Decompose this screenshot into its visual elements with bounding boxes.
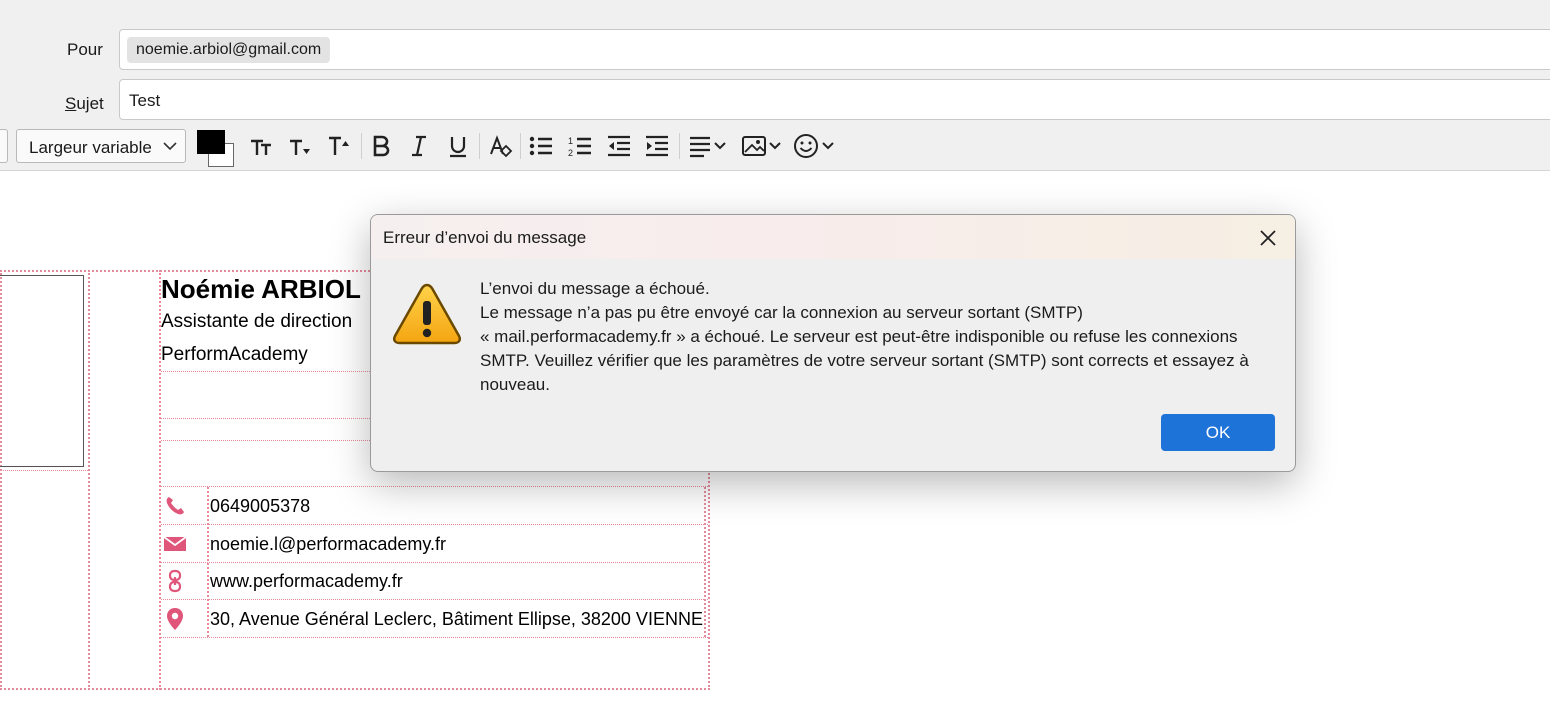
close-button[interactable]	[1255, 225, 1281, 251]
signature-address: 30, Avenue Général Leclerc, Bâtiment Ell…	[210, 609, 703, 629]
bulleted-list-button[interactable]	[524, 124, 558, 168]
svg-text:1: 1	[568, 136, 573, 146]
dialog-title: Erreur d’envoi du message	[383, 228, 587, 247]
dialog-body-line: SMTP. Veuillez vérifier que les paramètr…	[480, 351, 1249, 370]
signature-email[interactable]: noemie.l@performacademy.fr	[210, 534, 446, 555]
emoji-icon	[794, 134, 834, 158]
send-error-dialog: Erreur d’envoi du message L’envoi du mes…	[370, 214, 1296, 472]
toolbar-separator	[361, 133, 362, 159]
toolbar-separator	[679, 133, 680, 159]
subject-value[interactable]: Test	[129, 91, 160, 111]
ok-button[interactable]: OK	[1161, 414, 1275, 451]
toolbar-separator	[520, 133, 521, 159]
signature-row-line	[161, 637, 708, 638]
dialog-heading: L’envoi du message a échoué.	[480, 279, 710, 298]
underline-button[interactable]	[441, 124, 475, 168]
signature-company: PerformAcademy	[161, 344, 308, 365]
font-size-larger-button[interactable]	[283, 124, 317, 168]
dialog-body-line: « mail.performacademy.fr » a échoué. Le …	[480, 327, 1238, 346]
dialog-body-line: nouveau.	[480, 375, 550, 394]
bold-icon	[373, 135, 390, 157]
underline-icon	[450, 137, 466, 158]
chevron-down-icon	[162, 138, 178, 159]
recipient-pill[interactable]: noemie.arbiol@gmail.com	[127, 37, 331, 63]
dialog-body-line: Le message n’a pas pu être envoyé car la…	[480, 303, 1083, 322]
align-button[interactable]	[686, 124, 730, 168]
numbered-list-icon: 12	[568, 136, 591, 158]
remove-formatting-button[interactable]	[483, 124, 517, 168]
phone-icon	[163, 494, 187, 518]
align-icon	[690, 136, 726, 158]
signature-row-line	[161, 599, 708, 600]
signature-website[interactable]: www.performacademy.fr	[210, 571, 403, 592]
text-color-swatch[interactable]	[197, 130, 225, 154]
signature-row-line	[161, 562, 708, 563]
location-pin-icon	[163, 607, 187, 631]
formatting-toolbar: Largeur variable 1 2	[0, 124, 1550, 168]
svg-text:2: 2	[568, 148, 573, 158]
to-label: Pour	[67, 40, 103, 59]
italic-button[interactable]	[402, 124, 436, 168]
dialog-message: L’envoi du message a échoué. Le message …	[480, 277, 1280, 397]
bulleted-list-icon	[529, 136, 552, 156]
bold-button[interactable]	[364, 124, 398, 168]
signature-name: Noémie ARBIOL	[161, 274, 361, 304]
text-size-button[interactable]	[322, 124, 356, 168]
subject-label: Sujet	[65, 94, 104, 113]
insert-image-button[interactable]	[740, 124, 784, 168]
outdent-icon	[608, 135, 630, 157]
indent-icon	[646, 135, 668, 157]
font-select-value: Largeur variable	[29, 138, 152, 157]
numbered-list-button[interactable]: 12	[563, 124, 597, 168]
signature-divider	[704, 487, 706, 637]
emoji-button[interactable]	[793, 124, 837, 168]
signature-divider	[88, 270, 90, 690]
signature-phone[interactable]: 0649005378	[210, 496, 310, 517]
remove-formatting-icon	[490, 135, 513, 158]
signature-job-title: Assistante de direction	[161, 311, 353, 332]
insert-image-icon	[742, 136, 781, 156]
close-icon	[1260, 230, 1276, 246]
text-size-icon	[329, 136, 349, 155]
signature-logo-placeholder	[0, 275, 84, 467]
email-icon	[163, 532, 187, 556]
paragraph-format-select[interactable]	[0, 129, 8, 163]
signature-divider	[159, 270, 161, 690]
link-icon	[163, 569, 187, 593]
signature-row-line	[161, 524, 708, 525]
signature-row-line	[161, 486, 708, 487]
to-field[interactable]: noemie.arbiol@gmail.com	[119, 29, 1550, 70]
compose-header: Pour noemie.arbiol@gmail.com Sujet Test …	[0, 0, 1550, 171]
toolbar-separator	[479, 133, 480, 159]
font-select[interactable]: Largeur variable	[16, 129, 186, 163]
font-size-larger-icon	[290, 139, 310, 155]
dialog-titlebar: Erreur d’envoi du message	[371, 215, 1295, 259]
signature-divider	[207, 487, 209, 637]
font-size-smaller-button[interactable]	[245, 124, 279, 168]
font-size-smaller-icon	[251, 139, 271, 155]
text-color-picker[interactable]	[197, 130, 237, 167]
italic-icon	[412, 135, 426, 157]
signature-row-line	[0, 470, 88, 471]
indent-button[interactable]	[640, 124, 674, 168]
warning-icon	[391, 281, 463, 347]
subject-field[interactable]: Test	[119, 79, 1550, 120]
outdent-button[interactable]	[602, 124, 636, 168]
